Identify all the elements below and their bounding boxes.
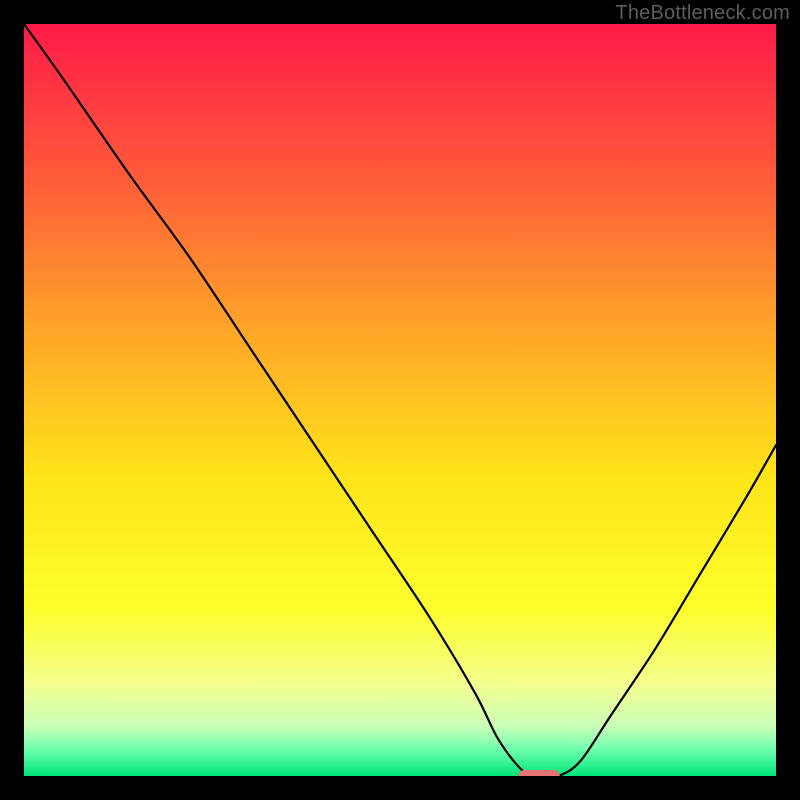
optimal-marker <box>518 770 559 776</box>
chart-frame: TheBottleneck.com <box>0 0 800 800</box>
watermark-text: TheBottleneck.com <box>615 2 790 25</box>
plot-area <box>24 24 776 776</box>
gradient-background <box>24 24 776 776</box>
chart-svg <box>24 24 776 776</box>
